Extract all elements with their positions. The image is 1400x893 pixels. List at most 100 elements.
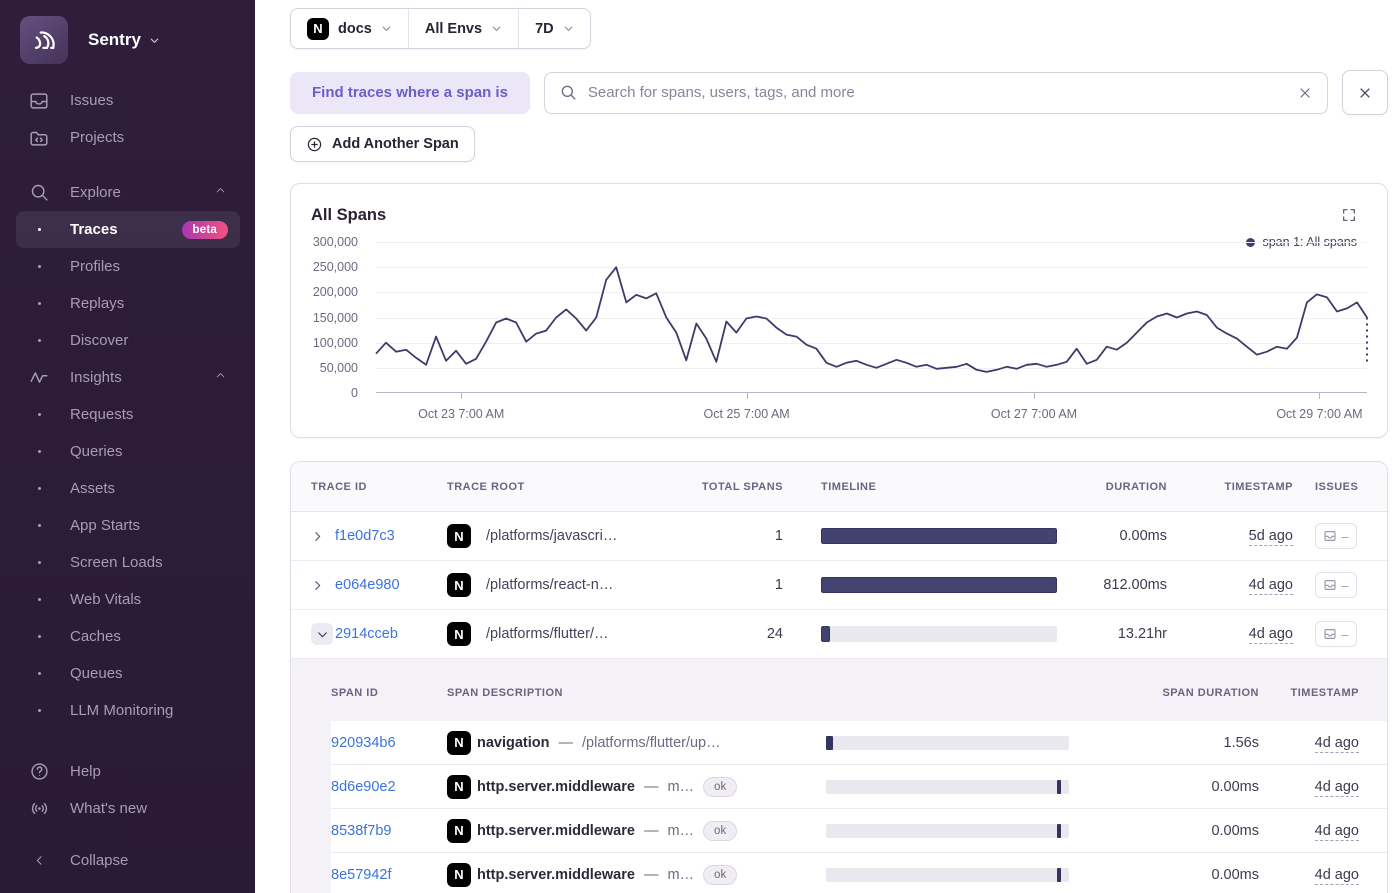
environment-selector[interactable]: All Envs [407,9,518,48]
span-duration-value: 0.00ms [1211,822,1259,839]
bullet-icon [28,487,50,490]
span-id-link[interactable]: 8d6e90e2 [331,779,447,795]
sidebar-item-replays[interactable]: Replays [0,285,255,322]
page-filter-bar: N docs All Envs 7D [290,8,1388,49]
timeline-bar [821,528,1057,544]
col-span-duration: SPAN DURATION [1162,687,1259,699]
duration-value: 812.00ms [1103,577,1167,593]
timestamp-link[interactable]: 5d ago [1248,528,1293,546]
span-duration-value: 1.56s [1223,734,1259,751]
traces-table: TRACE ID TRACE ROOT TOTAL SPANS TIMELINE… [290,461,1388,893]
sidebar-item-requests[interactable]: Requests [0,396,255,433]
sidebar-item-help[interactable]: Help [0,753,255,790]
sidebar-item-web-vitals[interactable]: Web Vitals [0,581,255,618]
date-range-value: 7D [535,20,554,37]
timestamp-link[interactable]: 4d ago [1248,577,1293,595]
expand-row-chevron[interactable] [311,579,335,592]
sidebar-item-profiles[interactable]: Profiles [0,248,255,285]
issues-button[interactable]: – [1315,572,1357,598]
span-row: 920934b6 N navigation — /platforms/flutt… [331,721,1387,765]
sidebar-item-issues[interactable]: Issues [0,82,255,119]
bullet-icon [28,413,50,416]
trace-row: f1e0d7c3 N /platforms/javascri… 1 0.00ms… [291,512,1387,561]
chart-plot-area[interactable]: Oct 23 7:00 AM Oct 25 7:00 AM Oct 27 7:0… [376,242,1367,421]
duration-value: 0.00ms [1119,528,1167,544]
beta-badge: beta [181,220,228,239]
timestamp-link[interactable]: 4d ago [1314,734,1359,753]
sidebar-item-label: Replays [70,295,125,312]
sidebar-collapse-button[interactable]: Collapse [0,842,255,879]
sidebar-item-queues[interactable]: Queues [0,655,255,692]
sidebar-item-screen-loads[interactable]: Screen Loads [0,544,255,581]
add-circle-icon [307,137,322,151]
nextjs-icon: N [447,862,471,887]
clear-search-icon[interactable] [1297,85,1313,101]
bullet-icon [28,228,50,231]
issues-button[interactable]: – [1315,621,1357,647]
total-spans-value: 1 [774,577,783,593]
all-spans-chart-panel: All Spans span 1: All spans 300,000 250,… [290,183,1388,438]
span-id-link[interactable]: 920934b6 [331,735,447,751]
sidebar-section-explore[interactable]: Explore [0,174,255,211]
span-id-link[interactable]: 8538f7b9 [331,823,447,839]
timestamp-link[interactable]: 4d ago [1314,822,1359,841]
sidebar-item-llm-monitoring[interactable]: LLM Monitoring [0,692,255,729]
sidebar-item-label: LLM Monitoring [70,702,174,719]
app-root: Sentry Issues Projects Explore Traces be… [0,0,1400,893]
expand-chart-icon[interactable] [1341,207,1357,228]
bullet-icon [28,265,50,268]
collapse-row-chevron[interactable] [311,623,335,645]
sidebar-item-whats-new[interactable]: What's new [0,790,255,827]
sidebar: Sentry Issues Projects Explore Traces be… [0,0,255,893]
pulse-icon [28,367,50,389]
org-switcher[interactable]: Sentry [0,12,255,68]
add-another-span-button[interactable]: Add Another Span [290,126,475,162]
traces-table-header: TRACE ID TRACE ROOT TOTAL SPANS TIMELINE… [291,462,1387,512]
sidebar-item-caches[interactable]: Caches [0,618,255,655]
timestamp-link[interactable]: 4d ago [1248,626,1293,644]
sidebar-item-label: What's new [70,800,148,817]
col-trace-id: TRACE ID [311,480,367,493]
project-selector[interactable]: N docs [291,9,408,48]
sidebar-item-label: Queues [70,665,123,682]
expand-row-chevron[interactable] [311,530,335,543]
environment-name: All Envs [424,20,483,37]
sidebar-item-traces[interactable]: Traces beta [16,211,240,248]
sidebar-item-label: Screen Loads [70,554,163,571]
add-span-row: Add Another Span [290,126,1388,162]
bullet-icon [28,524,50,527]
nextjs-icon: N [447,774,471,799]
duration-value: 13.21hr [1117,626,1167,642]
find-traces-label[interactable]: Find traces where a span is [290,71,530,114]
sidebar-item-label: Projects [70,129,125,146]
bullet-icon [28,302,50,305]
org-name: Sentry [88,30,160,50]
timeline-bar [821,626,1057,642]
span-id-link[interactable]: 8e57942f [331,867,447,883]
sidebar-item-discover[interactable]: Discover [0,322,255,359]
timestamp-link[interactable]: 4d ago [1314,778,1359,797]
date-range-selector[interactable]: 7D [518,9,590,48]
span-duration-value: 0.00ms [1211,866,1259,883]
nextjs-icon: N [447,622,471,646]
trace-id-link[interactable]: f1e0d7c3 [335,528,447,544]
issues-button[interactable]: – [1315,523,1357,549]
sidebar-item-assets[interactable]: Assets [0,470,255,507]
trace-id-link[interactable]: 2914cceb [335,626,447,642]
nextjs-icon: N [447,573,471,597]
span-search-input[interactable] [587,84,1287,101]
chevron-down-icon [492,26,501,31]
span-description: navigation — /platforms/flutter/up… [477,734,721,751]
sidebar-section-insights[interactable]: Insights [0,359,255,396]
sidebar-item-app-starts[interactable]: App Starts [0,507,255,544]
sidebar-item-label: Profiles [70,258,121,275]
span-filter-row: Find traces where a span is [290,70,1388,115]
sidebar-item-projects[interactable]: Projects [0,119,255,156]
total-spans-value: 1 [774,528,783,544]
sidebar-item-queries[interactable]: Queries [0,433,255,470]
nextjs-icon: N [447,818,471,843]
nextjs-icon: N [447,524,471,548]
timestamp-link[interactable]: 4d ago [1314,866,1359,885]
trace-id-link[interactable]: e064e980 [335,577,447,593]
remove-span-button[interactable] [1342,70,1388,115]
